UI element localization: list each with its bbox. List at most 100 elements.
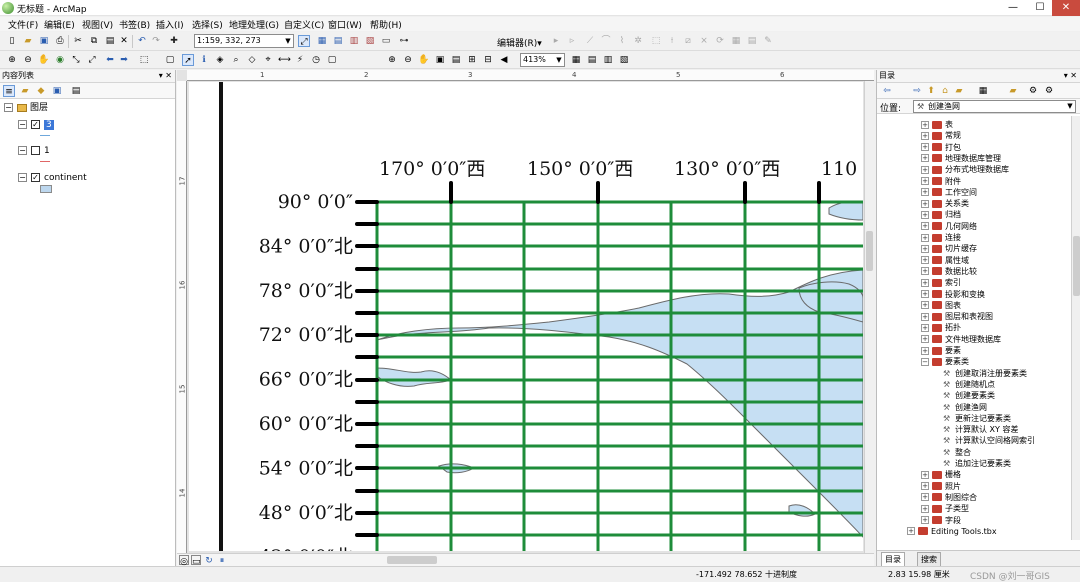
catalog-tool-item[interactable]: ⚒ 计算默认空间格网索引: [943, 435, 1035, 446]
menu-item[interactable]: 编辑(E): [44, 18, 75, 31]
html-popup-icon[interactable]: ◈: [214, 54, 226, 66]
catalog-toolset-item[interactable]: + 几何网络: [921, 221, 977, 232]
new-folder-icon[interactable]: ▰: [1007, 85, 1019, 97]
collapse-icon[interactable]: −: [921, 357, 929, 366]
catalog-tool-item[interactable]: ⚒ 计算默认 XY 容差: [943, 424, 1018, 435]
toc-options-icon[interactable]: ▤: [70, 85, 82, 97]
expand-icon[interactable]: +: [921, 301, 929, 310]
expand-icon[interactable]: +: [921, 493, 929, 502]
expand-icon[interactable]: +: [921, 120, 929, 129]
catalog-toolset-item[interactable]: + 投影和变换: [921, 289, 985, 300]
catalog-toolset-item[interactable]: + 地理数据库管理: [921, 153, 1001, 164]
new-document-icon[interactable]: ▯: [6, 35, 18, 47]
collapse-icon[interactable]: −: [18, 146, 27, 155]
catalog-toolset-item[interactable]: + 要素: [921, 345, 961, 356]
save-icon[interactable]: ▣: [38, 35, 50, 47]
fixed-zoom-in-icon[interactable]: ⤡: [70, 54, 82, 66]
layers-root[interactable]: − 图层: [4, 102, 48, 114]
catalog-toolset-item[interactable]: + 数据比较: [921, 266, 977, 277]
expand-icon[interactable]: +: [921, 222, 929, 231]
menu-item[interactable]: 选择(S): [192, 18, 223, 31]
expand-icon[interactable]: +: [921, 504, 929, 513]
expand-icon[interactable]: +: [921, 165, 929, 174]
view-options-icon[interactable]: ▦: [977, 85, 989, 97]
point-icon[interactable]: ✲: [632, 35, 644, 47]
layer-name[interactable]: continent: [44, 173, 87, 183]
data-frame-map[interactable]: 170° 0′0″西 150° 0′0″西 130° 0′0″西 110 90° 0′0…: [189, 82, 863, 551]
collapse-icon[interactable]: −: [4, 103, 13, 112]
location-combo[interactable]: ⚒ 创建渔网 ▼: [913, 100, 1076, 113]
end-point-arc-icon[interactable]: ⌒: [600, 35, 612, 47]
search-window-icon[interactable]: ▧: [364, 35, 376, 47]
catalog-toolset-item[interactable]: + 工作空间: [921, 187, 977, 198]
create-features-icon[interactable]: ✎: [762, 35, 774, 47]
attributes-icon[interactable]: ▦: [730, 35, 742, 47]
menu-item[interactable]: 自定义(C): [284, 18, 324, 31]
collapse-icon[interactable]: −: [18, 120, 27, 129]
redo-icon[interactable]: ↷: [150, 35, 162, 47]
edit-annotation-icon[interactable]: ▹: [566, 35, 578, 47]
menu-item[interactable]: 窗口(W): [328, 18, 362, 31]
catalog-tool-item[interactable]: ⚒ 创建要素类: [943, 390, 995, 401]
catalog-toolset-item[interactable]: − 要素类: [921, 356, 969, 367]
expand-icon[interactable]: +: [921, 470, 929, 479]
catalog-toolset-item[interactable]: + Editing Tools.tbx: [907, 526, 997, 537]
data-driven-pages-icon[interactable]: ▧: [618, 54, 630, 66]
tab-search[interactable]: 搜索: [917, 552, 941, 567]
forward-arrow-icon[interactable]: ⇨: [911, 85, 923, 97]
expand-icon[interactable]: +: [921, 210, 929, 219]
connect-db-icon[interactable]: ⚙: [1027, 85, 1039, 97]
editor-toolbar-icon[interactable]: ⤢: [298, 35, 310, 47]
change-layout-icon[interactable]: ▥: [602, 54, 614, 66]
undo-icon[interactable]: ↶: [136, 35, 148, 47]
print-icon[interactable]: ⎙: [54, 35, 66, 47]
scrollbar-thumb[interactable]: [1073, 236, 1080, 296]
layout-vertical-scrollbar[interactable]: [864, 81, 874, 553]
home-folder-icon[interactable]: ⌂: [939, 85, 951, 97]
options-icon[interactable]: ⚙: [1043, 85, 1055, 97]
select-features-icon[interactable]: ⬚: [138, 54, 150, 66]
catalog-toolset-item[interactable]: + 图层和表视图: [921, 311, 993, 322]
catalog-toolset-item[interactable]: + 拓扑: [921, 322, 961, 333]
copy-icon[interactable]: ⧉: [88, 35, 100, 47]
full-extent-icon[interactable]: ◉: [54, 54, 66, 66]
catalog-toolset-item[interactable]: + 连接: [921, 232, 961, 243]
table-of-contents-icon[interactable]: ▤: [332, 35, 344, 47]
list-by-selection-icon[interactable]: ▣: [51, 85, 63, 97]
catalog-tool-item[interactable]: ⚒ 创建取消注册要素类: [943, 368, 1027, 379]
find-icon[interactable]: ⌕: [230, 54, 242, 66]
menu-item[interactable]: 视图(V): [82, 18, 113, 31]
select-elements-icon[interactable]: ➚: [182, 54, 194, 66]
catalog-toolset-item[interactable]: + 照片: [921, 481, 961, 492]
maximize-button[interactable]: ☐: [1027, 0, 1053, 16]
toggle-draft-mode-icon[interactable]: ▦: [570, 54, 582, 66]
catalog-toolset-item[interactable]: + 切片缓存: [921, 243, 977, 254]
split-icon[interactable]: ⨯: [698, 35, 710, 47]
cut-polygons-icon[interactable]: ⧄: [682, 35, 694, 47]
clear-selection-icon[interactable]: ▢: [164, 54, 176, 66]
catalog-toolset-item[interactable]: + 打包: [921, 142, 961, 153]
expand-icon[interactable]: +: [921, 323, 929, 332]
expand-icon[interactable]: +: [921, 278, 929, 287]
fixed-zoom-in-layout-icon[interactable]: ⊞: [466, 54, 478, 66]
expand-icon[interactable]: +: [921, 233, 929, 242]
expand-icon[interactable]: +: [921, 177, 929, 185]
catalog-toolset-item[interactable]: + 子类型: [921, 503, 969, 514]
measure-icon[interactable]: ⟷: [278, 54, 291, 66]
model-builder-icon[interactable]: ⊶: [398, 35, 410, 47]
go-to-xy-icon[interactable]: ⌖: [262, 54, 274, 66]
catalog-toolset-item[interactable]: + 制图综合: [921, 492, 977, 503]
layer-item[interactable]: −1: [18, 145, 50, 157]
expand-icon[interactable]: +: [921, 482, 929, 491]
catalog-toolset-item[interactable]: + 分布式地理数据库: [921, 164, 1009, 175]
list-by-source-icon[interactable]: ▰: [19, 85, 31, 97]
expand-icon[interactable]: +: [921, 335, 929, 344]
forward-extent-icon[interactable]: ➡: [118, 54, 130, 66]
connect-folder-icon[interactable]: ▰: [953, 85, 965, 97]
chevron-down-icon[interactable]: ▼: [1065, 101, 1075, 113]
sketch-properties-icon[interactable]: ▤: [746, 35, 758, 47]
time-slider-icon[interactable]: ◷: [310, 54, 322, 66]
expand-icon[interactable]: +: [921, 154, 929, 163]
menu-item[interactable]: 文件(F): [8, 18, 38, 31]
expand-icon[interactable]: +: [921, 188, 929, 197]
